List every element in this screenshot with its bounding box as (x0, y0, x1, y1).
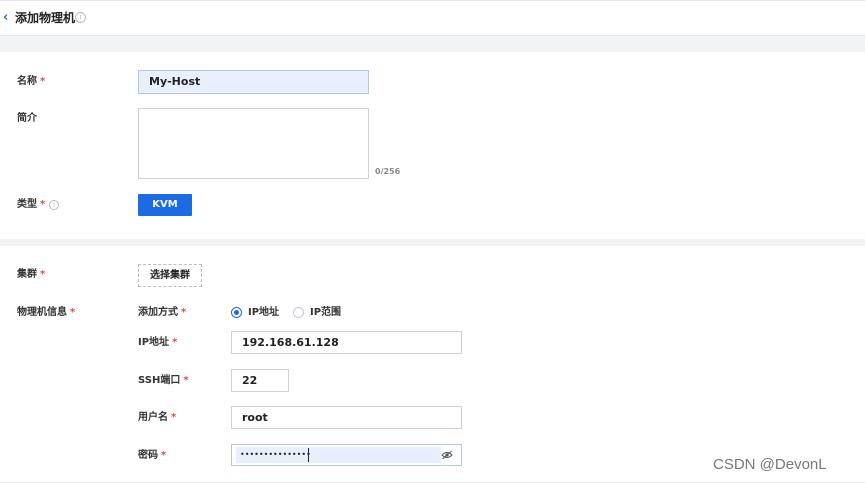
password-value: ••••••••••••••• (240, 450, 311, 459)
name-label: 名称 * (17, 76, 46, 87)
page-header: ‹ 添加物理机 i (0, 0, 865, 36)
info-icon[interactable]: i (49, 200, 59, 210)
radio-ip-range[interactable] (293, 307, 304, 318)
basic-info-panel (0, 52, 865, 239)
section-gap (0, 36, 865, 52)
chevron-left-icon[interactable]: ‹ (3, 10, 13, 26)
username-input[interactable]: root (231, 406, 462, 429)
password-label: 密码 * (138, 450, 167, 461)
info-icon[interactable]: i (75, 12, 86, 23)
select-cluster-button[interactable]: 选择集群 (138, 264, 202, 287)
type-label: 类型 * (17, 199, 46, 210)
text-caret (308, 448, 309, 462)
description-label: 简介 (17, 113, 37, 124)
ssh-port-input[interactable]: 22 (231, 369, 289, 392)
watermark: CSDN @DevonL (713, 456, 827, 473)
username-label: 用户名 * (138, 412, 177, 423)
add-method-label: 添加方式 * (138, 307, 187, 318)
description-textarea[interactable] (138, 108, 369, 179)
host-info-label: 物理机信息 * (17, 307, 76, 318)
section-gap (0, 239, 865, 246)
radio-ip-range-label[interactable]: IP范围 (310, 306, 341, 320)
page-title: 添加物理机 (15, 11, 76, 25)
description-counter: 0/256 (375, 167, 401, 176)
name-input[interactable]: My-Host (138, 70, 369, 94)
cluster-label: 集群 * (17, 269, 46, 280)
password-input[interactable]: ••••••••••••••• (231, 444, 462, 466)
ip-input[interactable]: 192.168.61.128 (231, 331, 462, 354)
type-kvm-button[interactable]: KVM (138, 194, 192, 216)
radio-ip-address-label[interactable]: IP地址 (248, 306, 279, 320)
ssh-port-label: SSH端口 * (138, 375, 189, 386)
eye-off-icon[interactable] (441, 450, 453, 460)
radio-ip-address[interactable] (231, 307, 242, 318)
ip-label: IP地址 * (138, 337, 178, 348)
